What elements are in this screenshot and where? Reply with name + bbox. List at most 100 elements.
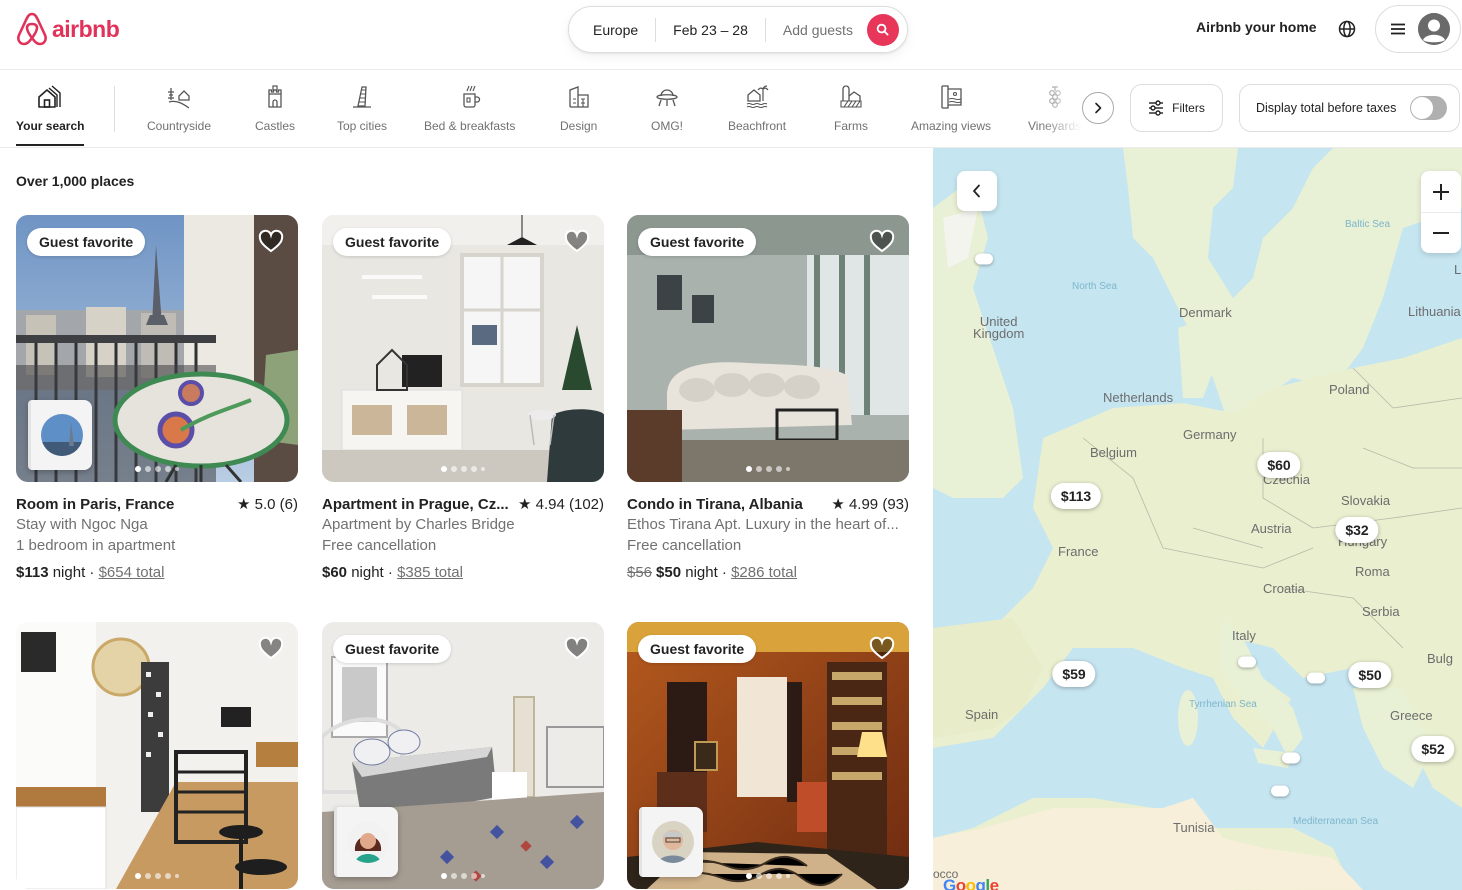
plus-icon (1433, 183, 1449, 200)
listing-photo[interactable]: Guest favorite (322, 622, 604, 889)
map-label: Roma (1355, 564, 1390, 579)
listing-info: Apartment in Prague, Cz... ★ 4.94 (102) A… (322, 495, 604, 583)
listing-card[interactable] (16, 622, 298, 889)
category-design[interactable]: Design (560, 84, 597, 133)
listing-photo[interactable]: Guest favorite (16, 215, 298, 482)
heart-icon[interactable] (564, 636, 590, 662)
heart-icon[interactable] (258, 636, 284, 662)
category-label: Top cities (337, 119, 388, 133)
collapse-map-button[interactable] (957, 171, 997, 211)
top-cities-icon (353, 86, 372, 108)
category-bed-breakfasts[interactable]: Bed & breakfasts (424, 84, 515, 133)
map-mini-pin[interactable] (975, 253, 993, 265)
listing-detail: 1 bedroom in apartment (16, 537, 176, 554)
search-dates[interactable]: Feb 23 – 28 (656, 18, 765, 42)
photo-carousel-dots (16, 466, 298, 472)
listing-card[interactable]: Guest favorite Condo in Tirana, Albania ★… (627, 215, 909, 583)
map-label: Belgium (1090, 445, 1137, 460)
map-price-pin[interactable]: $32 (1335, 517, 1379, 543)
map-mini-pin[interactable] (1271, 785, 1289, 797)
guest-favorite-badge: Guest favorite (27, 228, 146, 256)
listing-card[interactable]: Guest favorite Apartment in Prague, Cz..… (322, 215, 604, 583)
category-amazing-views[interactable]: Amazing views (911, 84, 991, 133)
category-farms[interactable]: Farms (834, 84, 868, 133)
map-mini-pin[interactable] (1307, 672, 1325, 684)
map-price-pin[interactable]: $59 (1052, 661, 1096, 687)
map-label: Lithuania (1408, 304, 1461, 319)
map-label: Denmark (1179, 305, 1232, 320)
zoom-in-button[interactable] (1421, 171, 1461, 212)
map-label: Slovakia (1341, 493, 1391, 508)
filters-button[interactable]: Filters (1130, 84, 1223, 132)
total-price-link[interactable]: $654 total (99, 564, 165, 581)
listing-card[interactable]: Guest favorite Room in Paris, France ★ 5.… (16, 215, 298, 583)
search-bar[interactable]: Europe Feb 23 – 28 Add guests (568, 6, 908, 53)
listing-detail: Free cancellation (627, 537, 742, 554)
category-label: Design (560, 119, 598, 133)
map-price-pin[interactable]: $113 (1050, 483, 1102, 509)
map-label: Croatia (1263, 581, 1305, 596)
category-top-cities[interactable]: Top cities (337, 84, 387, 133)
total-price-link[interactable]: $385 total (397, 564, 463, 581)
map-label: Tyrrhenian Sea (1189, 699, 1257, 710)
category-countryside[interactable]: Countryside (147, 84, 211, 133)
map-label: Netherlands (1103, 390, 1174, 405)
listing-photo[interactable] (16, 622, 298, 889)
listing-image-loft-kitchen (16, 622, 298, 889)
user-menu-button[interactable] (1375, 5, 1461, 53)
map-panel[interactable]: North Sea Baltic Sea United Kingdom Denma… (933, 148, 1462, 890)
host-photo (40, 414, 83, 456)
listing-rating: ★ 4.99 (93) (831, 496, 909, 513)
minus-icon (1433, 232, 1449, 234)
search-location[interactable]: Europe (569, 18, 655, 42)
search-button[interactable] (866, 13, 899, 46)
map-price-pin[interactable]: $50 (1348, 662, 1392, 688)
results-count: Over 1,000 places (16, 173, 135, 189)
host-photo (651, 821, 694, 863)
listing-subtitle: Apartment by Charles Bridge (322, 516, 515, 533)
globe-icon[interactable] (1337, 19, 1357, 39)
search-guests[interactable]: Add guests (766, 18, 867, 42)
countryside-icon (168, 88, 190, 109)
listing-subtitle: Ethos Tirana Apt. Luxury in the heart of… (627, 516, 899, 533)
heart-icon[interactable] (869, 229, 895, 255)
category-beachfront[interactable]: Beachfront (728, 84, 786, 133)
listing-photo[interactable]: Guest favorite (627, 215, 909, 482)
airbnb-your-home-link[interactable]: Airbnb your home (1196, 19, 1317, 35)
category-label: OMG! (651, 119, 683, 133)
map-mini-pin[interactable] (1238, 656, 1256, 668)
category-next-button[interactable] (1082, 92, 1114, 124)
category-your-search[interactable]: Your search (16, 84, 85, 146)
guest-favorite-badge: Guest favorite (333, 635, 452, 663)
top-header: airbnb Europe Feb 23 – 28 Add guests Air… (0, 0, 1462, 70)
category-label: Castles (255, 119, 296, 133)
listing-price: $113 night · $654 total (16, 562, 298, 583)
listing-photo[interactable]: Guest favorite (322, 215, 604, 482)
your-search-icon (38, 85, 61, 108)
heart-icon[interactable] (564, 229, 590, 255)
listing-photo[interactable]: Guest favorite (627, 622, 909, 889)
display-total-toggle[interactable] (1410, 96, 1448, 120)
category-castles[interactable]: Castles (255, 84, 295, 133)
heart-icon[interactable] (258, 229, 284, 255)
category-omg[interactable]: OMG! (651, 84, 683, 133)
map-price-pin[interactable]: $52 (1411, 736, 1455, 762)
zoom-out-button[interactable] (1421, 212, 1461, 253)
nightly-price: $113 (16, 564, 49, 581)
listing-subtitle: Stay with Ngoc Nga (16, 516, 148, 533)
beachfront-icon (746, 85, 769, 109)
category-label: Amazing views (911, 119, 992, 133)
map-mini-pin[interactable] (1282, 752, 1300, 764)
heart-icon[interactable] (869, 636, 895, 662)
listing-title: Condo in Tirana, Albania (627, 496, 803, 513)
listing-card[interactable]: Guest favorite (627, 622, 909, 889)
map-label: Spain (965, 707, 999, 722)
listing-card[interactable]: Guest favorite (322, 622, 604, 889)
guest-favorite-badge: Guest favorite (333, 228, 452, 256)
price-night-label: night · (681, 564, 732, 581)
map-label: Mediterranean Sea (1293, 816, 1379, 827)
total-price-link[interactable]: $286 total (731, 564, 797, 581)
photo-carousel-dots (16, 873, 298, 879)
airbnb-logo[interactable]: airbnb (16, 12, 120, 46)
map-price-pin[interactable]: $60 (1257, 452, 1301, 478)
